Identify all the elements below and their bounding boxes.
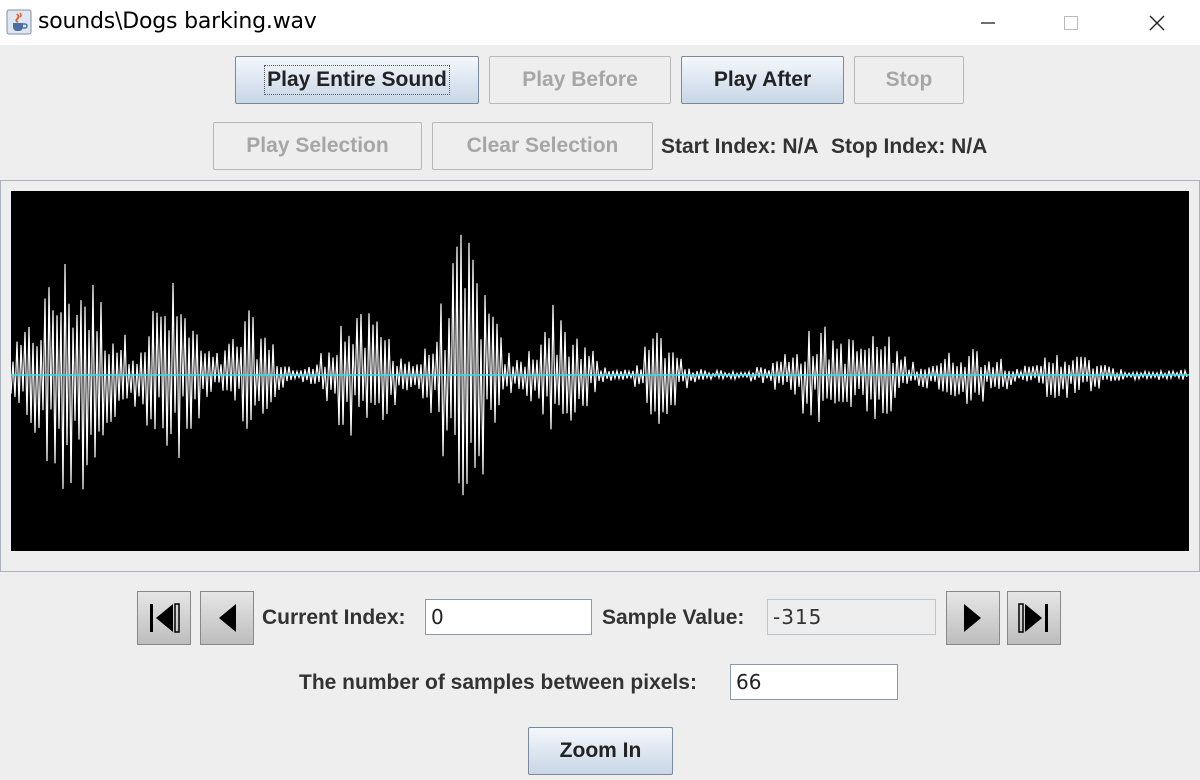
title-bar: sounds\Dogs barking.wav <box>0 0 1200 45</box>
play-after-label: Play After <box>713 68 812 91</box>
sample-value-label: Sample Value: <box>602 606 745 629</box>
start-index-label: Start Index: N/A <box>661 135 819 158</box>
maximize-button[interactable] <box>1041 0 1101 45</box>
current-index-input[interactable]: 0 <box>425 599 592 635</box>
play-selection-button[interactable]: Play Selection <box>213 122 422 170</box>
play-entire-sound-button[interactable]: Play Entire Sound <box>235 56 479 104</box>
skip-to-start-icon <box>150 603 180 633</box>
java-cup-icon <box>6 9 32 35</box>
samples-between-pixels-label: The number of samples between pixels: <box>299 671 697 694</box>
stop-label: Stop <box>885 68 933 91</box>
window-title: sounds\Dogs barking.wav <box>38 9 317 34</box>
sample-value-field: -315 <box>767 599 936 635</box>
play-after-button[interactable]: Play After <box>681 56 844 104</box>
current-index-label: Current Index: <box>262 606 406 629</box>
next-sample-button[interactable] <box>946 591 1000 645</box>
jump-to-end-button[interactable] <box>1007 591 1061 645</box>
close-icon <box>1149 15 1165 30</box>
waveform-display[interactable] <box>11 191 1189 551</box>
zoom-in-button[interactable]: Zoom In <box>528 727 673 775</box>
minimize-icon <box>981 21 995 24</box>
play-selection-label: Play Selection <box>246 134 389 157</box>
skip-to-end-icon <box>1018 603 1048 633</box>
step-back-icon <box>219 604 236 632</box>
stop-index-label: Stop Index: N/A <box>831 135 988 158</box>
samples-between-pixels-input[interactable]: 66 <box>730 664 898 700</box>
maximize-icon <box>1064 15 1078 30</box>
step-forward-icon <box>964 604 981 632</box>
jump-to-start-button[interactable] <box>137 591 191 645</box>
stop-button[interactable]: Stop <box>854 56 964 104</box>
previous-sample-button[interactable] <box>200 591 254 645</box>
clear-selection-label: Clear Selection <box>466 134 619 157</box>
play-before-label: Play Before <box>522 68 638 91</box>
zoom-in-label: Zoom In <box>559 739 642 762</box>
play-before-button[interactable]: Play Before <box>489 56 671 104</box>
close-button[interactable] <box>1127 0 1187 45</box>
play-entire-sound-label: Play Entire Sound <box>264 65 450 95</box>
waveform-panel <box>0 180 1200 572</box>
minimize-button[interactable] <box>958 0 1018 45</box>
clear-selection-button[interactable]: Clear Selection <box>432 122 653 170</box>
